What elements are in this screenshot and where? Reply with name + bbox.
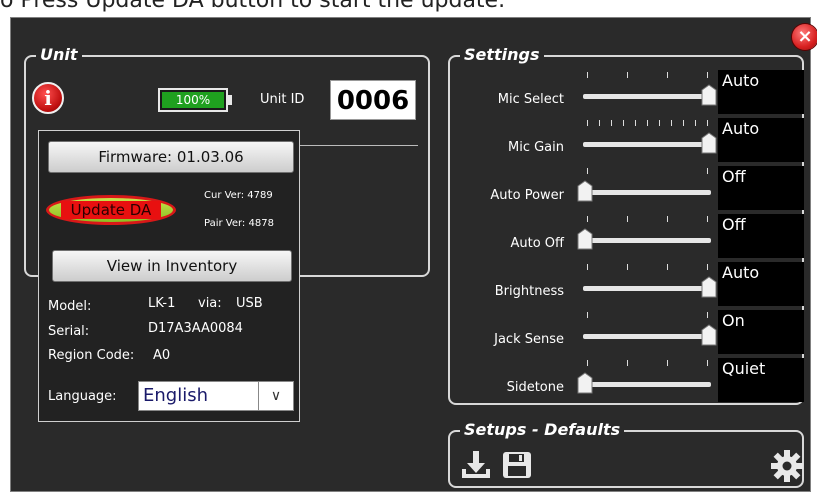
- model-label: Model:: [48, 299, 92, 314]
- setting-label: Sidetone: [506, 380, 564, 395]
- slider-tick: [587, 72, 588, 78]
- setting-value: Auto: [718, 118, 804, 162]
- view-in-inventory-button[interactable]: View in Inventory: [52, 250, 292, 282]
- slider-thumb[interactable]: [701, 84, 717, 106]
- current-version: Cur Ver: 4789: [204, 190, 273, 201]
- slider-tick: [707, 360, 708, 366]
- slider-thumb[interactable]: [701, 132, 717, 154]
- language-label: Language:: [48, 389, 117, 404]
- slider-tick: [627, 264, 628, 270]
- slider-tick: [647, 120, 648, 126]
- download-icon[interactable]: [459, 449, 493, 481]
- slider-thumb[interactable]: [577, 228, 593, 250]
- setups-group-title: Setups - Defaults: [460, 421, 625, 439]
- slider-tick: [611, 120, 612, 126]
- setting-value: Quiet: [718, 358, 804, 402]
- setting-label: Auto Off: [510, 236, 564, 251]
- serial-value: D17A3AA0084: [148, 321, 243, 336]
- slider-tick: [707, 264, 708, 270]
- slider-track[interactable]: [583, 238, 711, 243]
- slider-tick: [707, 312, 708, 318]
- slider-tick: [587, 216, 588, 222]
- slider-tick: [587, 120, 588, 126]
- instruction-text: o Press Update DA button to start the up…: [0, 0, 506, 13]
- firmware-button[interactable]: Firmware: 01.03.06: [48, 141, 294, 173]
- region-code-value: A0: [153, 348, 171, 363]
- setting-value: On: [718, 310, 804, 354]
- slider-thumb[interactable]: [701, 324, 717, 346]
- battery-indicator: 100%: [158, 88, 232, 112]
- update-da-label: Update DA: [61, 201, 161, 219]
- slider-tick: [635, 120, 636, 126]
- close-icon[interactable]: ×: [792, 24, 817, 50]
- setting-value: Off: [718, 214, 804, 258]
- slider-thumb[interactable]: [577, 372, 593, 394]
- slider-tick: [667, 264, 668, 270]
- settings-group-title: Settings: [460, 46, 544, 64]
- slider-tick: [599, 120, 600, 126]
- setting-label: Auto Power: [490, 188, 564, 203]
- language-value: English: [143, 385, 208, 406]
- model-value: LK-1: [148, 296, 176, 311]
- pair-version: Pair Ver: 4878: [204, 218, 274, 229]
- slider-tick: [587, 168, 588, 174]
- slider-tick: [627, 216, 628, 222]
- slider-tick: [683, 120, 684, 126]
- slider-tick: [707, 72, 708, 78]
- slider-tick: [627, 360, 628, 366]
- unit-id-value: 0006: [330, 80, 416, 120]
- update-da-button[interactable]: Update DA: [46, 195, 176, 225]
- slider-track[interactable]: [583, 190, 711, 195]
- language-select[interactable]: English ∨: [138, 381, 294, 411]
- slider-tick: [587, 312, 588, 318]
- via-value: USB: [236, 296, 263, 311]
- setting-label: Mic Select: [497, 92, 564, 107]
- save-icon[interactable]: [501, 450, 533, 480]
- slider-track[interactable]: [583, 334, 711, 339]
- battery-fill: 100%: [162, 92, 224, 108]
- slider-tick: [707, 216, 708, 222]
- slider-tick: [587, 360, 588, 366]
- slider-tick: [587, 264, 588, 270]
- chevron-down-icon[interactable]: ∨: [258, 382, 293, 410]
- unit-group-title: Unit: [36, 46, 82, 64]
- setting-label: Mic Gain: [508, 140, 564, 155]
- slider-track[interactable]: [583, 142, 711, 147]
- setting-value: Auto: [718, 70, 804, 114]
- region-code-label: Region Code:: [48, 348, 135, 363]
- slider-tick: [707, 120, 708, 126]
- unit-id-label: Unit ID: [260, 92, 305, 107]
- slider-track[interactable]: [583, 286, 711, 291]
- serial-label: Serial:: [48, 324, 90, 339]
- slider-thumb[interactable]: [701, 276, 717, 298]
- slider-tick: [667, 72, 668, 78]
- slider-track[interactable]: [583, 94, 711, 99]
- setting-value: Auto: [718, 262, 804, 306]
- setting-value: Off: [718, 166, 804, 210]
- slider-track[interactable]: [583, 382, 711, 387]
- slider-tick: [627, 72, 628, 78]
- info-icon[interactable]: i: [32, 82, 64, 114]
- unit-divider: [296, 145, 418, 146]
- gear-icon[interactable]: [770, 449, 804, 483]
- slider-thumb[interactable]: [577, 180, 593, 202]
- slider-tick: [667, 216, 668, 222]
- slider-tick: [695, 120, 696, 126]
- via-label: via:: [198, 296, 222, 311]
- setting-label: Brightness: [494, 284, 564, 299]
- slider-tick: [667, 360, 668, 366]
- slider-tick: [707, 168, 708, 174]
- setting-label: Jack Sense: [494, 332, 564, 347]
- slider-tick: [671, 120, 672, 126]
- slider-tick: [659, 120, 660, 126]
- slider-tick: [623, 120, 624, 126]
